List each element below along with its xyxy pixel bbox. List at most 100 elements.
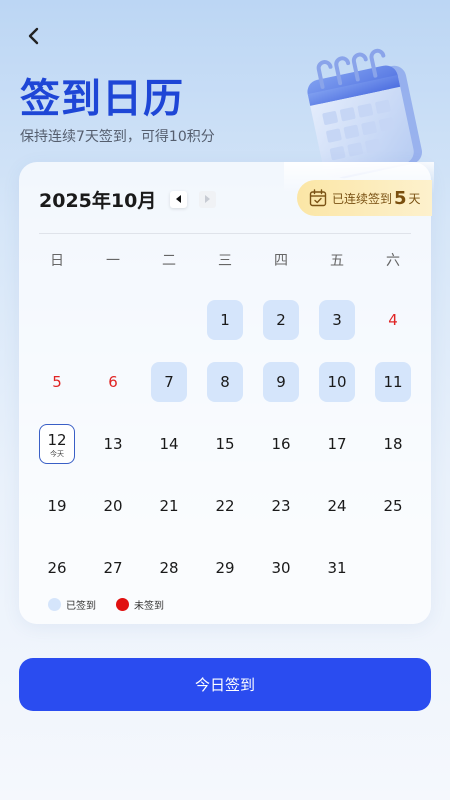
day-number: 10 <box>327 373 347 391</box>
day-normal[interactable]: 27 <box>95 548 131 588</box>
day-cell: 18 <box>365 424 421 486</box>
day-signed[interactable]: 7 <box>151 362 187 402</box>
legend-missed: 未签到 <box>116 597 164 612</box>
day-normal[interactable]: 16 <box>263 424 299 464</box>
day-cell: 11 <box>365 362 421 424</box>
day-number: 13 <box>103 435 123 453</box>
day-today[interactable]: 12 今天 <box>39 424 75 464</box>
day-number: 17 <box>327 435 347 453</box>
day-normal[interactable]: 14 <box>151 424 187 464</box>
day-number: 21 <box>159 497 179 515</box>
legend-signed-label: 已签到 <box>66 601 96 612</box>
day-cell: 14 <box>141 424 197 486</box>
day-number: 6 <box>108 373 118 391</box>
day-signed[interactable]: 8 <box>207 362 243 402</box>
weekday-label: 三 <box>218 253 232 269</box>
calendar-grid: 1 2 3 4 5 6 7 8 9 10 11 12 今天 13 14 15 16 17 18 19 20 21 22 23 2… <box>29 300 421 610</box>
day-number: 20 <box>103 497 123 515</box>
weekday-label: 一 <box>106 253 120 269</box>
caret-left-icon <box>176 195 182 203</box>
day-signed[interactable]: 10 <box>319 362 355 402</box>
day-normal[interactable]: 20 <box>95 486 131 526</box>
day-cell: 20 <box>85 486 141 548</box>
day-number: 19 <box>47 497 67 515</box>
chevron-left-icon <box>28 27 39 45</box>
page-subtitle: 保持连续7天签到，可得10积分 <box>20 129 215 145</box>
calendar-card: 2025年10月 已连续签到 5 天 日一二三四五六 1 2 3 4 5 6 7 8 9 10 11… <box>19 162 432 624</box>
day-signed[interactable]: 2 <box>263 300 299 340</box>
legend-missed-label: 未签到 <box>134 601 164 612</box>
divider <box>39 233 411 234</box>
day-cell: 22 <box>197 486 253 548</box>
day-cell: 24 <box>309 486 365 548</box>
day-number: 30 <box>271 559 291 577</box>
day-cell: 12 今天 <box>29 424 85 486</box>
day-normal[interactable]: 21 <box>151 486 187 526</box>
caret-right-icon <box>205 195 211 203</box>
day-number: 15 <box>215 435 235 453</box>
day-cell: 13 <box>85 424 141 486</box>
missed-swatch <box>116 598 129 611</box>
day-cell: 21 <box>141 486 197 548</box>
day-missed[interactable]: 4 <box>375 300 411 340</box>
day-number: 22 <box>215 497 235 515</box>
day-signed[interactable]: 1 <box>207 300 243 340</box>
day-normal[interactable]: 15 <box>207 424 243 464</box>
streak-suffix: 天 <box>408 191 421 206</box>
month-label: 2025年10月 <box>39 189 157 212</box>
day-normal[interactable]: 25 <box>375 486 411 526</box>
day-cell: 1 <box>197 300 253 362</box>
day-cell: 6 <box>85 362 141 424</box>
day-cell: 5 <box>29 362 85 424</box>
day-signed[interactable]: 3 <box>319 300 355 340</box>
day-number: 3 <box>332 311 342 329</box>
day-normal[interactable]: 30 <box>263 548 299 588</box>
day-missed[interactable]: 6 <box>95 362 131 402</box>
day-number: 31 <box>327 559 347 577</box>
day-number: 23 <box>271 497 291 515</box>
day-cell: 8 <box>197 362 253 424</box>
weekday-label: 四 <box>274 253 288 269</box>
day-number: 5 <box>52 373 62 391</box>
day-normal[interactable]: 26 <box>39 548 75 588</box>
day-cell: 9 <box>253 362 309 424</box>
empty-cell <box>85 300 141 362</box>
day-missed[interactable]: 5 <box>39 362 75 402</box>
next-month-button[interactable] <box>199 190 217 208</box>
day-signed[interactable]: 9 <box>263 362 299 402</box>
weekday-label: 日 <box>50 253 64 269</box>
day-cell: 15 <box>197 424 253 486</box>
day-normal[interactable]: 31 <box>319 548 355 588</box>
sign-in-today-button[interactable]: 今日签到 <box>19 658 431 711</box>
day-number: 24 <box>327 497 347 515</box>
day-cell: 17 <box>309 424 365 486</box>
day-normal[interactable]: 19 <box>39 486 75 526</box>
back-button[interactable] <box>18 20 50 52</box>
legend: 已签到 未签到 <box>48 597 184 612</box>
day-normal[interactable]: 22 <box>207 486 243 526</box>
day-signed[interactable]: 11 <box>375 362 411 402</box>
day-number: 7 <box>164 373 174 391</box>
today-tag: 今天 <box>50 449 64 458</box>
empty-cell <box>141 300 197 362</box>
day-number: 11 <box>383 373 403 391</box>
day-normal[interactable]: 24 <box>319 486 355 526</box>
day-cell: 16 <box>253 424 309 486</box>
day-normal[interactable]: 18 <box>375 424 411 464</box>
weekday-label: 二 <box>162 253 176 269</box>
day-normal[interactable]: 13 <box>95 424 131 464</box>
day-normal[interactable]: 23 <box>263 486 299 526</box>
streak-count: 5 <box>394 187 407 209</box>
day-number: 9 <box>276 373 286 391</box>
prev-month-button[interactable] <box>170 190 188 208</box>
month-navigation: 2025年10月 <box>39 184 217 214</box>
day-normal[interactable]: 29 <box>207 548 243 588</box>
streak-prefix: 已连续签到 <box>332 191 393 206</box>
day-normal[interactable]: 28 <box>151 548 187 588</box>
day-number: 1 <box>220 311 230 329</box>
day-number: 18 <box>383 435 403 453</box>
day-cell: 2 <box>253 300 309 362</box>
day-cell: 19 <box>29 486 85 548</box>
day-normal[interactable]: 17 <box>319 424 355 464</box>
signed-swatch <box>48 598 61 611</box>
